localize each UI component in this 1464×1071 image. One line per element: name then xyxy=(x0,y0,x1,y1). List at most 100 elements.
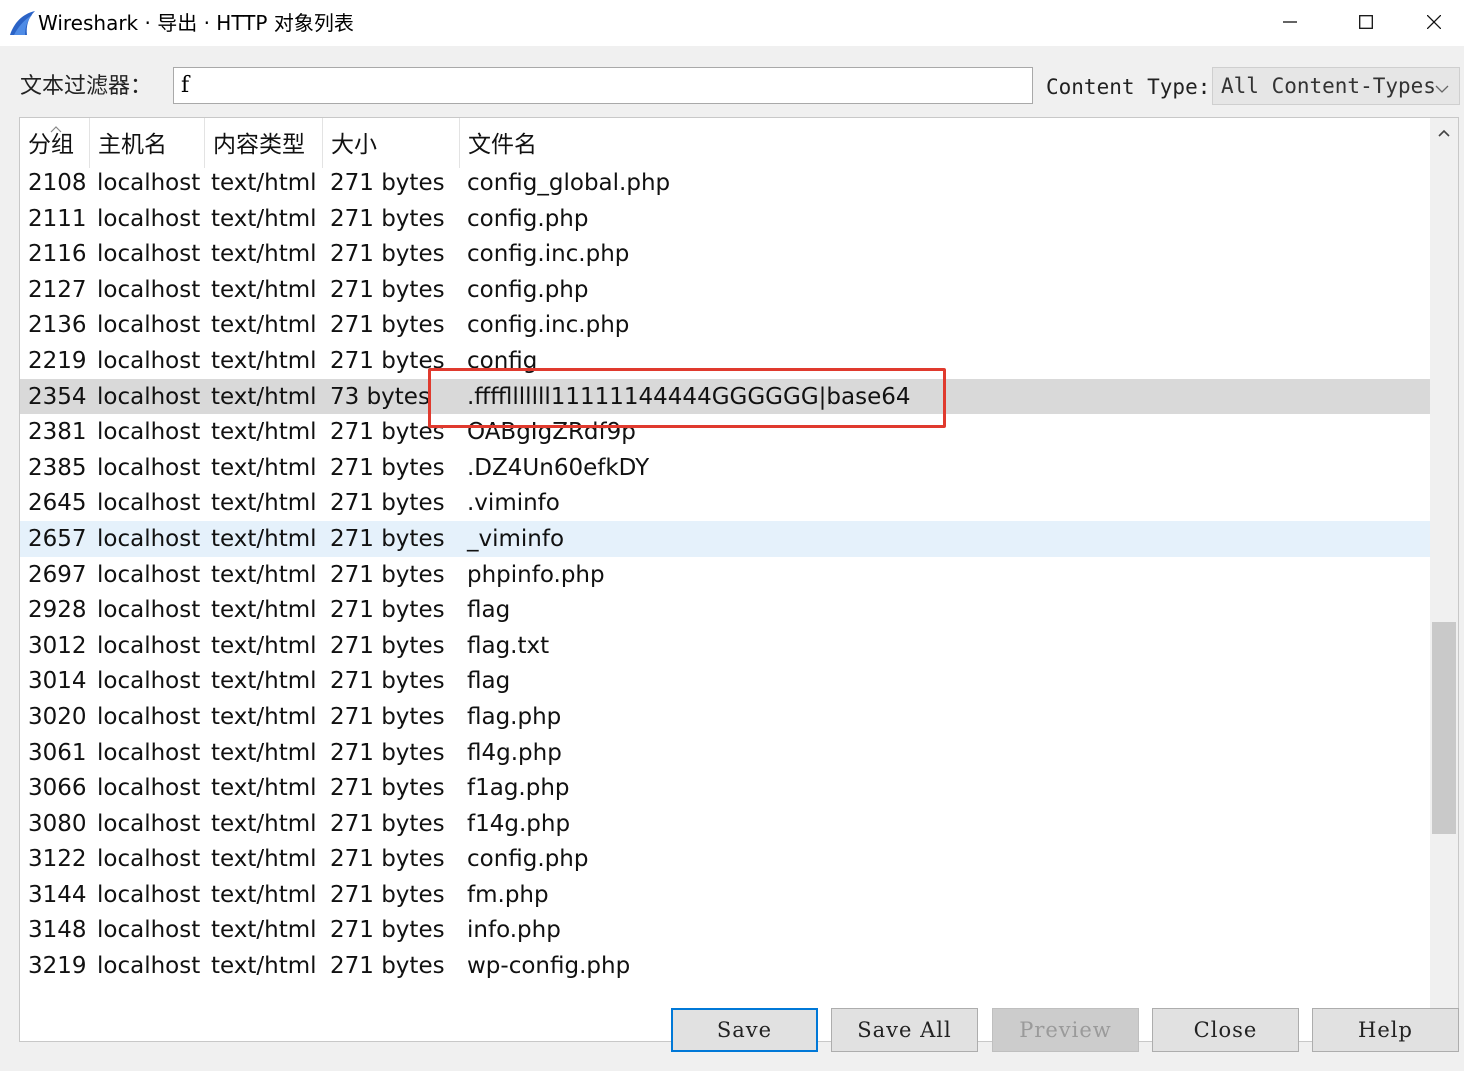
help-button[interactable]: Help xyxy=(1312,1008,1459,1052)
table-row[interactable]: 2928 localhost text/html 271 bytes flag xyxy=(20,592,1430,628)
cell-packet: 2381 xyxy=(28,419,87,446)
cell-content-type: text/html xyxy=(211,739,317,766)
cell-size: 271 bytes xyxy=(330,775,445,802)
table-row[interactable]: 2697 localhost text/html 271 bytes phpinfo.p… xyxy=(20,557,1430,593)
table-row[interactable]: 2657 localhost text/html 271 bytes _viminfo xyxy=(20,520,1430,557)
maximize-button[interactable] xyxy=(1328,0,1404,46)
minimize-button[interactable] xyxy=(1252,0,1328,46)
table-row[interactable]: 3219 localhost text/html 271 bytes wp-config… xyxy=(20,948,1430,984)
content-type-select[interactable]: All Content-Types xyxy=(1212,67,1460,105)
cell-filename: f14g.php xyxy=(467,810,571,837)
table-row[interactable]: 3061 localhost text/html 271 bytes fl4g.php xyxy=(20,735,1430,771)
cell-content-type: text/html xyxy=(211,383,317,410)
cell-hostname: localhost xyxy=(97,419,201,446)
column-header-hostname[interactable]: 主机名 xyxy=(90,118,205,168)
chevron-up-icon xyxy=(1437,123,1451,142)
table-row[interactable]: 2136 localhost text/html 271 bytes config.in… xyxy=(20,307,1430,343)
cell-size: 271 bytes xyxy=(330,597,445,624)
table-row[interactable]: 2111 localhost text/html 271 bytes config.ph… xyxy=(20,201,1430,237)
save-all-button[interactable]: Save All xyxy=(831,1008,978,1052)
content-type-value: All Content-Types xyxy=(1221,74,1436,98)
cell-hostname: localhost xyxy=(97,525,201,552)
cell-packet: 2697 xyxy=(28,561,87,588)
close-icon xyxy=(1426,14,1442,33)
cell-filename: flag xyxy=(467,597,511,624)
cell-filename: config.inc.php xyxy=(467,312,630,339)
table-header: 分组 主机名 内容类型 大小 文件名 xyxy=(20,118,1430,168)
chevron-down-icon xyxy=(1435,80,1449,93)
cell-content-type: text/html xyxy=(211,205,317,232)
table-row[interactable]: 3014 localhost text/html 271 bytes flag xyxy=(20,663,1430,699)
cell-size: 271 bytes xyxy=(330,703,445,730)
minimize-icon xyxy=(1283,14,1297,33)
cell-packet: 2219 xyxy=(28,347,87,374)
table-row[interactable]: 3066 localhost text/html 271 bytes f1ag.php xyxy=(20,770,1430,806)
cell-filename: flag xyxy=(467,668,511,695)
table-row[interactable]: 2385 localhost text/html 271 bytes .DZ4Un60e… xyxy=(20,450,1430,486)
cell-packet: 2928 xyxy=(28,597,87,624)
cell-content-type: text/html xyxy=(211,846,317,873)
cell-content-type: text/html xyxy=(211,810,317,837)
cell-content-type: text/html xyxy=(211,953,317,980)
vertical-scrollbar[interactable] xyxy=(1430,118,1458,1041)
table-row[interactable]: 2108 localhost text/html 271 bytes config_gl… xyxy=(20,165,1430,201)
cell-size: 271 bytes xyxy=(330,205,445,232)
cell-filename: info.php xyxy=(467,917,561,944)
column-header-filename[interactable]: 文件名 xyxy=(460,118,1360,168)
cell-size: 271 bytes xyxy=(330,668,445,695)
cell-hostname: localhost xyxy=(97,668,201,695)
cell-filename: fm.php xyxy=(467,881,549,908)
scroll-up-button[interactable] xyxy=(1430,118,1458,146)
table-body: 2108 localhost text/html 271 bytes config_gl… xyxy=(20,165,1430,984)
cell-hostname: localhost xyxy=(97,312,201,339)
table-row[interactable]: 2116 localhost text/html 271 bytes config.in… xyxy=(20,236,1430,272)
red-annotation-box xyxy=(428,368,946,428)
table-row[interactable]: 3144 localhost text/html 271 bytes fm.php xyxy=(20,877,1430,913)
save-button[interactable]: Save xyxy=(671,1008,818,1052)
cell-size: 271 bytes xyxy=(330,561,445,588)
cell-size: 271 bytes xyxy=(330,953,445,980)
content-type-label: Content Type: xyxy=(1046,75,1211,99)
cell-packet: 2354 xyxy=(28,383,87,410)
cell-hostname: localhost xyxy=(97,953,201,980)
text-filter-input[interactable] xyxy=(173,67,1033,104)
cell-filename: fl4g.php xyxy=(467,739,562,766)
scrollbar-thumb[interactable] xyxy=(1432,622,1456,834)
cell-packet: 3219 xyxy=(28,953,87,980)
column-header-size[interactable]: 大小 xyxy=(323,118,460,168)
cell-hostname: localhost xyxy=(97,241,201,268)
table-row[interactable]: 3020 localhost text/html 271 bytes flag.php xyxy=(20,699,1430,735)
table-row[interactable]: 3012 localhost text/html 271 bytes flag.txt xyxy=(20,628,1430,664)
cell-content-type: text/html xyxy=(211,597,317,624)
export-http-objects-dialog: 文本过滤器： Content Type: All Content-Types 分… xyxy=(0,46,1464,1071)
cell-hostname: localhost xyxy=(97,205,201,232)
cell-packet: 3014 xyxy=(28,668,87,695)
cell-hostname: localhost xyxy=(97,347,201,374)
preview-button[interactable]: Preview xyxy=(992,1008,1139,1052)
cell-packet: 3122 xyxy=(28,846,87,873)
cell-hostname: localhost xyxy=(97,454,201,481)
close-button[interactable]: Close xyxy=(1152,1008,1299,1052)
window-title: Wireshark · 导出 · HTTP 对象列表 xyxy=(38,11,354,35)
cell-filename: flag.txt xyxy=(467,632,550,659)
cell-packet: 2116 xyxy=(28,241,87,268)
cell-hostname: localhost xyxy=(97,917,201,944)
cell-filename: f1ag.php xyxy=(467,775,570,802)
table-row[interactable]: 3122 localhost text/html 271 bytes config.ph… xyxy=(20,841,1430,877)
column-header-packet[interactable]: 分组 xyxy=(20,118,90,168)
table-row[interactable]: 2127 localhost text/html 271 bytes config.ph… xyxy=(20,272,1430,308)
cell-packet: 2136 xyxy=(28,312,87,339)
table-row[interactable]: 3080 localhost text/html 271 bytes f14g.php xyxy=(20,806,1430,842)
close-window-button[interactable] xyxy=(1404,0,1464,46)
cell-content-type: text/html xyxy=(211,525,317,552)
cell-content-type: text/html xyxy=(211,454,317,481)
cell-size: 271 bytes xyxy=(330,454,445,481)
table-row[interactable]: 2645 localhost text/html 271 bytes .viminfo xyxy=(20,485,1430,521)
http-objects-table[interactable]: 分组 主机名 内容类型 大小 文件名 2108 localhost text/htm… xyxy=(19,117,1459,1042)
cell-content-type: text/html xyxy=(211,703,317,730)
column-header-content-type[interactable]: 内容类型 xyxy=(205,118,323,168)
cell-hostname: localhost xyxy=(97,703,201,730)
table-row[interactable]: 3148 localhost text/html 271 bytes info.php xyxy=(20,912,1430,948)
cell-hostname: localhost xyxy=(97,597,201,624)
cell-packet: 3144 xyxy=(28,881,87,908)
